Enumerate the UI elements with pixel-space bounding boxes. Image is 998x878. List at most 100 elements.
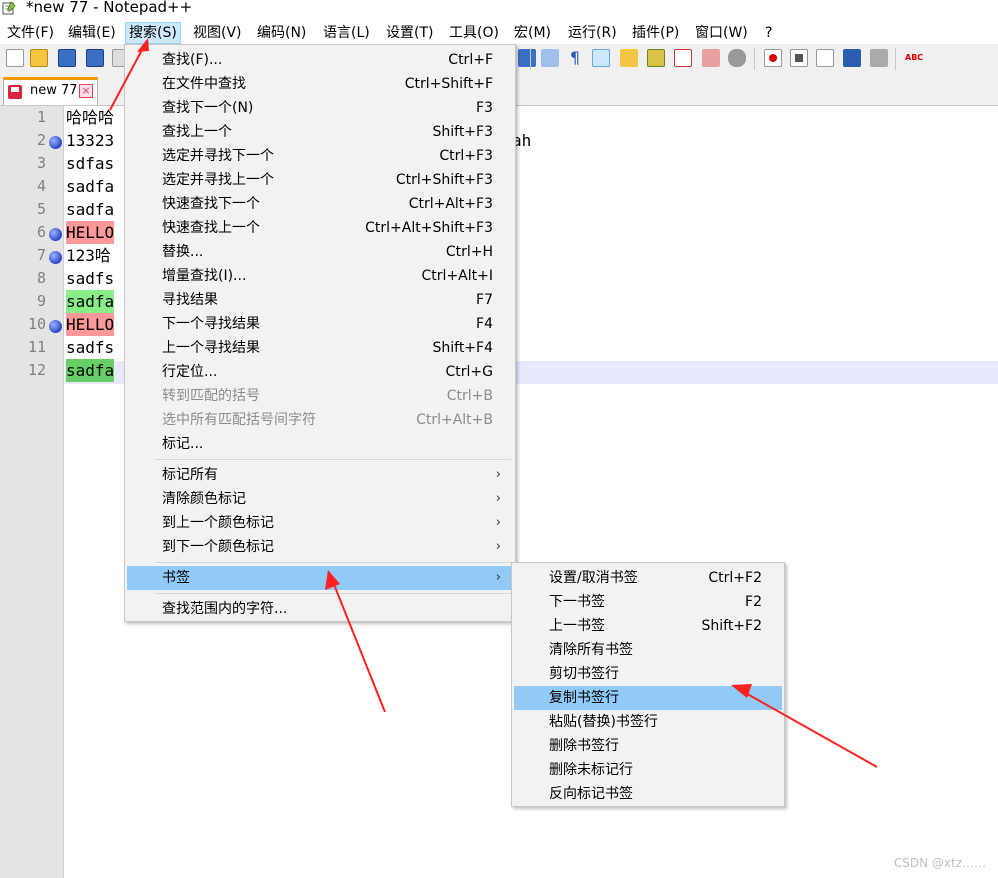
line-number: 3: [36, 154, 46, 172]
toolbar-separator: [754, 48, 755, 70]
show-all-chars-icon[interactable]: ¶: [566, 49, 584, 67]
submenu-item-next-bookmark[interactable]: 下一书签 F2: [514, 590, 782, 614]
toolbar-separator: [895, 48, 896, 70]
menu-item-next-search-result[interactable]: 下一个寻找结果 F4: [127, 312, 513, 336]
menu-item-find-in-files[interactable]: 在文件中查找 Ctrl+Shift+F: [127, 72, 513, 96]
spell-check-icon[interactable]: ABC: [905, 49, 923, 67]
doc-map-icon[interactable]: [647, 49, 665, 67]
menu-edit[interactable]: 编辑(E): [65, 22, 119, 44]
menu-tools[interactable]: 工具(O): [446, 22, 502, 44]
menu-item-previous-search-result[interactable]: 上一个寻找结果 Shift+F4: [127, 336, 513, 360]
bookmark-icon[interactable]: [49, 228, 62, 241]
submenu-item-inverse-bookmark[interactable]: 反向标记书签: [514, 782, 782, 806]
submenu-item-remove-unmarked-lines[interactable]: 删除未标记行: [514, 758, 782, 782]
submenu-item-copy-bookmarked-lines[interactable]: 复制书签行: [514, 686, 782, 710]
submenu-item-toggle-bookmark[interactable]: 设置/取消书签 Ctrl+F2: [514, 566, 782, 590]
menu-item-select-find-next[interactable]: 选定并寻找下一个 Ctrl+F3: [127, 144, 513, 168]
save-macro-icon[interactable]: [870, 49, 888, 67]
menu-item-find-next[interactable]: 查找下一个(N) F3: [127, 96, 513, 120]
menu-item-select-all-between-braces: 选中所有匹配括号间字符 Ctrl+Alt+B: [162, 412, 493, 428]
submenu-item-remove-bookmarked-lines[interactable]: 删除书签行: [514, 734, 782, 758]
line-number: 4: [36, 177, 46, 195]
open-file-icon[interactable]: [30, 49, 48, 67]
menu-item-find-chars-in-range[interactable]: 查找范围内的字符...: [127, 597, 513, 621]
title-bar: *new 77 - Notepad++: [0, 0, 998, 17]
menu-bar: 文件(F) 编辑(E) 搜索(S) 视图(V) 编码(N) 语言(L) 设置(T…: [0, 20, 998, 44]
new-file-icon[interactable]: [6, 49, 24, 67]
code-line: 13323: [66, 131, 115, 150]
bookmark-icon[interactable]: [49, 251, 62, 264]
line-number: 5: [36, 200, 46, 218]
bookmark-icon[interactable]: [49, 320, 62, 333]
menu-item-quick-find-next[interactable]: 快速查找下一个 Ctrl+Alt+F3: [127, 192, 513, 216]
notepadpp-app-icon: [2, 1, 16, 15]
menu-macro[interactable]: 宏(M): [511, 22, 554, 44]
stop-macro-icon[interactable]: [790, 49, 808, 67]
record-macro-icon[interactable]: [764, 49, 782, 67]
code-line: sadfs: [66, 338, 115, 357]
tab-new-77[interactable]: new 77 ×: [3, 77, 98, 105]
lang-icon[interactable]: [620, 49, 638, 67]
line-number: 12: [27, 361, 46, 379]
menu-plugins[interactable]: 插件(P): [629, 22, 682, 44]
code-line: sadfs: [66, 269, 115, 288]
submenu-item-paste-replace-bookmarked-lines[interactable]: 粘贴(替换)书签行: [514, 710, 782, 734]
play-macro-icon[interactable]: [816, 49, 834, 67]
line-number-gutter[interactable]: 1 2 3 4 5 6 7 8 9 10 11 12: [0, 106, 64, 878]
save-all-icon[interactable]: [86, 49, 104, 67]
menu-item-clear-color-marks[interactable]: 清除颜色标记 ›: [127, 487, 513, 511]
monitoring-icon[interactable]: [728, 49, 746, 67]
bookmark-submenu: 设置/取消书签 Ctrl+F2 下一书签 F2 上一书签 Shift+F2 清除所有书…: [511, 562, 785, 807]
menu-run[interactable]: 运行(R): [565, 22, 620, 44]
submenu-item-previous-bookmark[interactable]: 上一书签 Shift+F2: [514, 614, 782, 638]
toolbar-separator: [530, 48, 531, 70]
function-list-icon[interactable]: [674, 49, 692, 67]
menu-encoding[interactable]: 编码(N): [254, 22, 309, 44]
menu-item-replace[interactable]: 替换... Ctrl+H: [127, 240, 513, 264]
submenu-item-cut-bookmarked-lines[interactable]: 剪切书签行: [514, 662, 782, 686]
menu-item-go-to-line[interactable]: 行定位... Ctrl+G: [127, 360, 513, 384]
menu-window[interactable]: 窗口(W): [692, 22, 751, 44]
indent-guide-icon[interactable]: [592, 49, 610, 67]
line-number: 2: [36, 131, 46, 149]
folder-workspace-icon[interactable]: [702, 49, 720, 67]
line-number: 8: [36, 269, 46, 287]
menu-view[interactable]: 视图(V): [190, 22, 245, 44]
menu-help[interactable]: ?: [762, 22, 775, 44]
menu-item-mark-all[interactable]: 标记所有 ›: [127, 463, 513, 487]
code-line-marked-green: sadfa: [66, 290, 115, 313]
zoom-icon[interactable]: [518, 49, 536, 67]
menu-file[interactable]: 文件(F): [4, 22, 57, 44]
menu-item-search-results[interactable]: 寻找结果 F7: [127, 288, 513, 312]
menu-item-go-to-matching-brace: 转到匹配的括号 Ctrl+B: [162, 388, 493, 404]
menu-item-select-find-previous[interactable]: 选定并寻找上一个 Ctrl+Shift+F3: [127, 168, 513, 192]
line-number: 9: [36, 292, 46, 310]
wrap-icon[interactable]: [541, 49, 559, 67]
menu-separator: [155, 593, 511, 594]
menu-item-next-color-mark[interactable]: 到下一个颜色标记 ›: [127, 535, 513, 559]
save-icon[interactable]: [58, 49, 76, 67]
watermark: CSDN @xtz……: [893, 856, 986, 870]
submenu-item-clear-all-bookmarks[interactable]: 清除所有书签: [514, 638, 782, 662]
menu-search[interactable]: 搜索(S): [125, 22, 181, 44]
menu-item-mark[interactable]: 标记...: [127, 432, 513, 456]
code-line-marked-red: HELLO: [66, 313, 115, 336]
unsaved-file-icon: [8, 85, 22, 99]
run-macro-multiple-icon[interactable]: [843, 49, 861, 67]
code-line-marked-red: HELLO: [66, 221, 115, 244]
chevron-right-icon: ›: [495, 539, 501, 554]
tab-close-icon[interactable]: ×: [79, 84, 93, 98]
menu-item-find-previous[interactable]: 查找上一个 Shift+F3: [127, 120, 513, 144]
menu-item-previous-color-mark[interactable]: 到上一个颜色标记 ›: [127, 511, 513, 535]
line-number: 11: [27, 338, 46, 356]
line-number: 1: [36, 108, 46, 126]
code-line-marked-green: sadfa: [66, 359, 115, 382]
menu-separator: [155, 562, 511, 563]
bookmark-icon[interactable]: [49, 136, 62, 149]
menu-settings[interactable]: 设置(T): [383, 22, 436, 44]
menu-item-find[interactable]: 查找(F)... Ctrl+F: [127, 48, 513, 72]
menu-item-incremental-search[interactable]: 增量查找(I)... Ctrl+Alt+I: [127, 264, 513, 288]
menu-item-quick-find-previous[interactable]: 快速查找上一个 Ctrl+Alt+Shift+F3: [127, 216, 513, 240]
menu-language[interactable]: 语言(L): [320, 22, 373, 44]
menu-item-bookmark[interactable]: 书签 ›: [127, 566, 513, 590]
